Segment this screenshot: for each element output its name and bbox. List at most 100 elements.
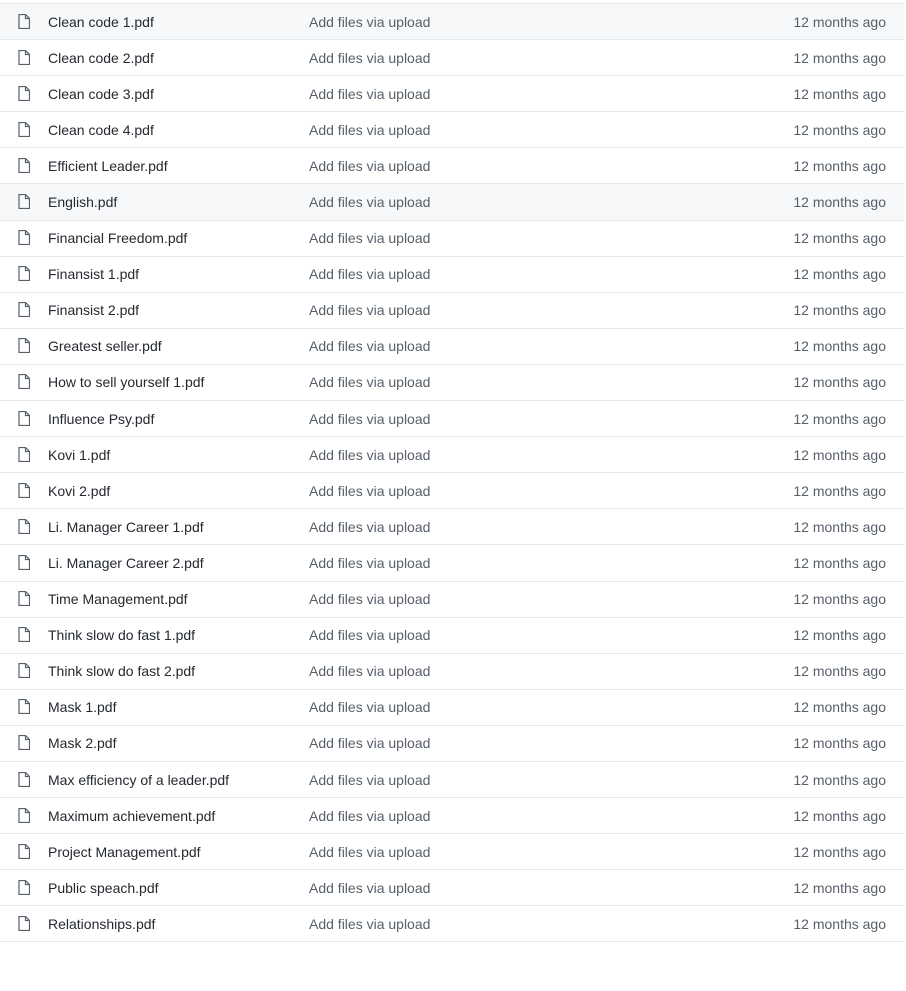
commit-message-link[interactable]: Add files via upload: [309, 447, 430, 463]
file-name-link[interactable]: English.pdf: [48, 194, 117, 210]
file-name-link[interactable]: Greatest seller.pdf: [48, 338, 162, 354]
file-name-link[interactable]: Clean code 2.pdf: [48, 50, 154, 66]
file-row[interactable]: Kovi 2.pdf Add files via upload 12 month…: [0, 473, 904, 510]
file-row[interactable]: How to sell yourself 1.pdf Add files via…: [0, 364, 904, 402]
commit-message-link[interactable]: Add files via upload: [309, 14, 430, 30]
commit-age: 12 months ago: [793, 482, 886, 499]
commit-age: 12 months ago: [793, 49, 886, 66]
file-row[interactable]: Financial Freedom.pdf Add files via uplo…: [0, 220, 904, 257]
file-row[interactable]: Li. Manager Career 1.pdf Add files via u…: [0, 509, 904, 546]
commit-message-link[interactable]: Add files via upload: [309, 735, 430, 751]
file-row[interactable]: Mask 1.pdf Add files via upload 12 month…: [0, 689, 904, 726]
file-row[interactable]: Clean code 2.pdf Add files via upload 12…: [0, 40, 904, 77]
commit-message-link[interactable]: Add files via upload: [309, 627, 430, 643]
file-icon: [18, 627, 30, 643]
commit-message-link[interactable]: Add files via upload: [309, 916, 430, 932]
commit-age: 12 months ago: [793, 446, 886, 463]
file-row[interactable]: Clean code 3.pdf Add files via upload 12…: [0, 76, 904, 113]
commit-age: 12 months ago: [793, 554, 886, 571]
file-icon: [18, 13, 30, 29]
commit-age: 12 months ago: [793, 157, 886, 174]
file-row[interactable]: Efficient Leader.pdf Add files via uploa…: [0, 148, 904, 185]
file-icon: [18, 374, 30, 390]
file-name-link[interactable]: Think slow do fast 2.pdf: [48, 663, 195, 679]
file-name-link[interactable]: Kovi 1.pdf: [48, 447, 110, 463]
commit-message-link[interactable]: Add files via upload: [309, 555, 430, 571]
commit-message-link[interactable]: Add files via upload: [309, 808, 430, 824]
file-row[interactable]: Li. Manager Career 2.pdf Add files via u…: [0, 545, 904, 582]
commit-message-link[interactable]: Add files via upload: [309, 86, 430, 102]
commit-message-link[interactable]: Add files via upload: [309, 194, 430, 210]
commit-message-link[interactable]: Add files via upload: [309, 844, 430, 860]
file-row[interactable]: Clean code 4.pdf Add files via upload 12…: [0, 112, 904, 149]
file-name-link[interactable]: Relationships.pdf: [48, 916, 155, 932]
file-row[interactable]: Mask 2.pdf Add files via upload 12 month…: [0, 725, 904, 762]
file-name-link[interactable]: Mask 2.pdf: [48, 735, 116, 751]
file-row[interactable]: Think slow do fast 2.pdf Add files via u…: [0, 653, 904, 690]
file-name-link[interactable]: Mask 1.pdf: [48, 699, 116, 715]
commit-message-link[interactable]: Add files via upload: [309, 880, 430, 896]
file-icon: [18, 482, 30, 498]
file-icon: [18, 410, 30, 426]
file-name-link[interactable]: Max efficiency of a leader.pdf: [48, 772, 229, 788]
file-name-link[interactable]: Project Management.pdf: [48, 844, 201, 860]
file-name-link[interactable]: Influence Psy.pdf: [48, 411, 154, 427]
file-icon: [18, 121, 30, 137]
file-icon: [18, 338, 30, 354]
file-icon: [18, 302, 30, 318]
file-row[interactable]: Project Management.pdf Add files via upl…: [0, 834, 904, 871]
file-row[interactable]: Think slow do fast 1.pdf Add files via u…: [0, 617, 904, 654]
file-name-link[interactable]: Finansist 1.pdf: [48, 266, 139, 282]
file-name-link[interactable]: Clean code 4.pdf: [48, 122, 154, 138]
file-name-link[interactable]: Clean code 3.pdf: [48, 86, 154, 102]
file-name-link[interactable]: Public speach.pdf: [48, 880, 159, 896]
commit-age: 12 months ago: [793, 85, 886, 102]
commit-age: 12 months ago: [793, 302, 886, 319]
commit-age: 12 months ago: [793, 410, 886, 427]
file-name-link[interactable]: Efficient Leader.pdf: [48, 158, 168, 174]
file-row[interactable]: Relationships.pdf Add files via upload 1…: [0, 906, 904, 943]
commit-message-link[interactable]: Add files via upload: [309, 50, 430, 66]
file-name-link[interactable]: Clean code 1.pdf: [48, 14, 154, 30]
file-name-link[interactable]: Kovi 2.pdf: [48, 483, 110, 499]
file-row[interactable]: Maximum achievement.pdf Add files via up…: [0, 798, 904, 835]
commit-message-link[interactable]: Add files via upload: [309, 519, 430, 535]
file-row[interactable]: Clean code 1.pdf Add files via upload 12…: [0, 4, 904, 41]
file-name-link[interactable]: Think slow do fast 1.pdf: [48, 627, 195, 643]
commit-message-link[interactable]: Add files via upload: [309, 266, 430, 282]
commit-age: 12 months ago: [793, 338, 886, 355]
file-name-link[interactable]: Time Management.pdf: [48, 591, 188, 607]
file-icon: [18, 85, 30, 101]
file-name-link[interactable]: Finansist 2.pdf: [48, 302, 139, 318]
file-icon: [18, 879, 30, 895]
file-row[interactable]: Finansist 2.pdf Add files via upload 12 …: [0, 292, 904, 329]
commit-message-link[interactable]: Add files via upload: [309, 338, 430, 354]
file-name-link[interactable]: Maximum achievement.pdf: [48, 808, 215, 824]
file-icon: [18, 49, 30, 65]
commit-message-link[interactable]: Add files via upload: [309, 122, 430, 138]
file-name-link[interactable]: How to sell yourself 1.pdf: [48, 374, 204, 390]
commit-message-link[interactable]: Add files via upload: [309, 411, 430, 427]
commit-message-link[interactable]: Add files via upload: [309, 483, 430, 499]
commit-message-link[interactable]: Add files via upload: [309, 663, 430, 679]
file-row[interactable]: Public speach.pdf Add files via upload 1…: [0, 870, 904, 907]
file-row[interactable]: Finansist 1.pdf Add files via upload 12 …: [0, 256, 904, 293]
commit-message-link[interactable]: Add files via upload: [309, 374, 430, 390]
file-row[interactable]: Influence Psy.pdf Add files via upload 1…: [0, 401, 904, 438]
commit-age: 12 months ago: [793, 879, 886, 896]
commit-age: 12 months ago: [793, 843, 886, 860]
file-name-link[interactable]: Li. Manager Career 1.pdf: [48, 519, 204, 535]
commit-message-link[interactable]: Add files via upload: [309, 230, 430, 246]
commit-message-link[interactable]: Add files via upload: [309, 699, 430, 715]
file-row[interactable]: English.pdf Add files via upload 12 mont…: [0, 184, 904, 221]
file-name-link[interactable]: Financial Freedom.pdf: [48, 230, 187, 246]
file-name-link[interactable]: Li. Manager Career 2.pdf: [48, 555, 204, 571]
file-row[interactable]: Kovi 1.pdf Add files via upload 12 month…: [0, 437, 904, 474]
file-row[interactable]: Greatest seller.pdf Add files via upload…: [0, 328, 904, 365]
commit-message-link[interactable]: Add files via upload: [309, 158, 430, 174]
commit-message-link[interactable]: Add files via upload: [309, 772, 430, 788]
commit-message-link[interactable]: Add files via upload: [309, 591, 430, 607]
file-row[interactable]: Max efficiency of a leader.pdf Add files…: [0, 761, 904, 799]
file-row[interactable]: Time Management.pdf Add files via upload…: [0, 581, 904, 618]
commit-message-link[interactable]: Add files via upload: [309, 302, 430, 318]
